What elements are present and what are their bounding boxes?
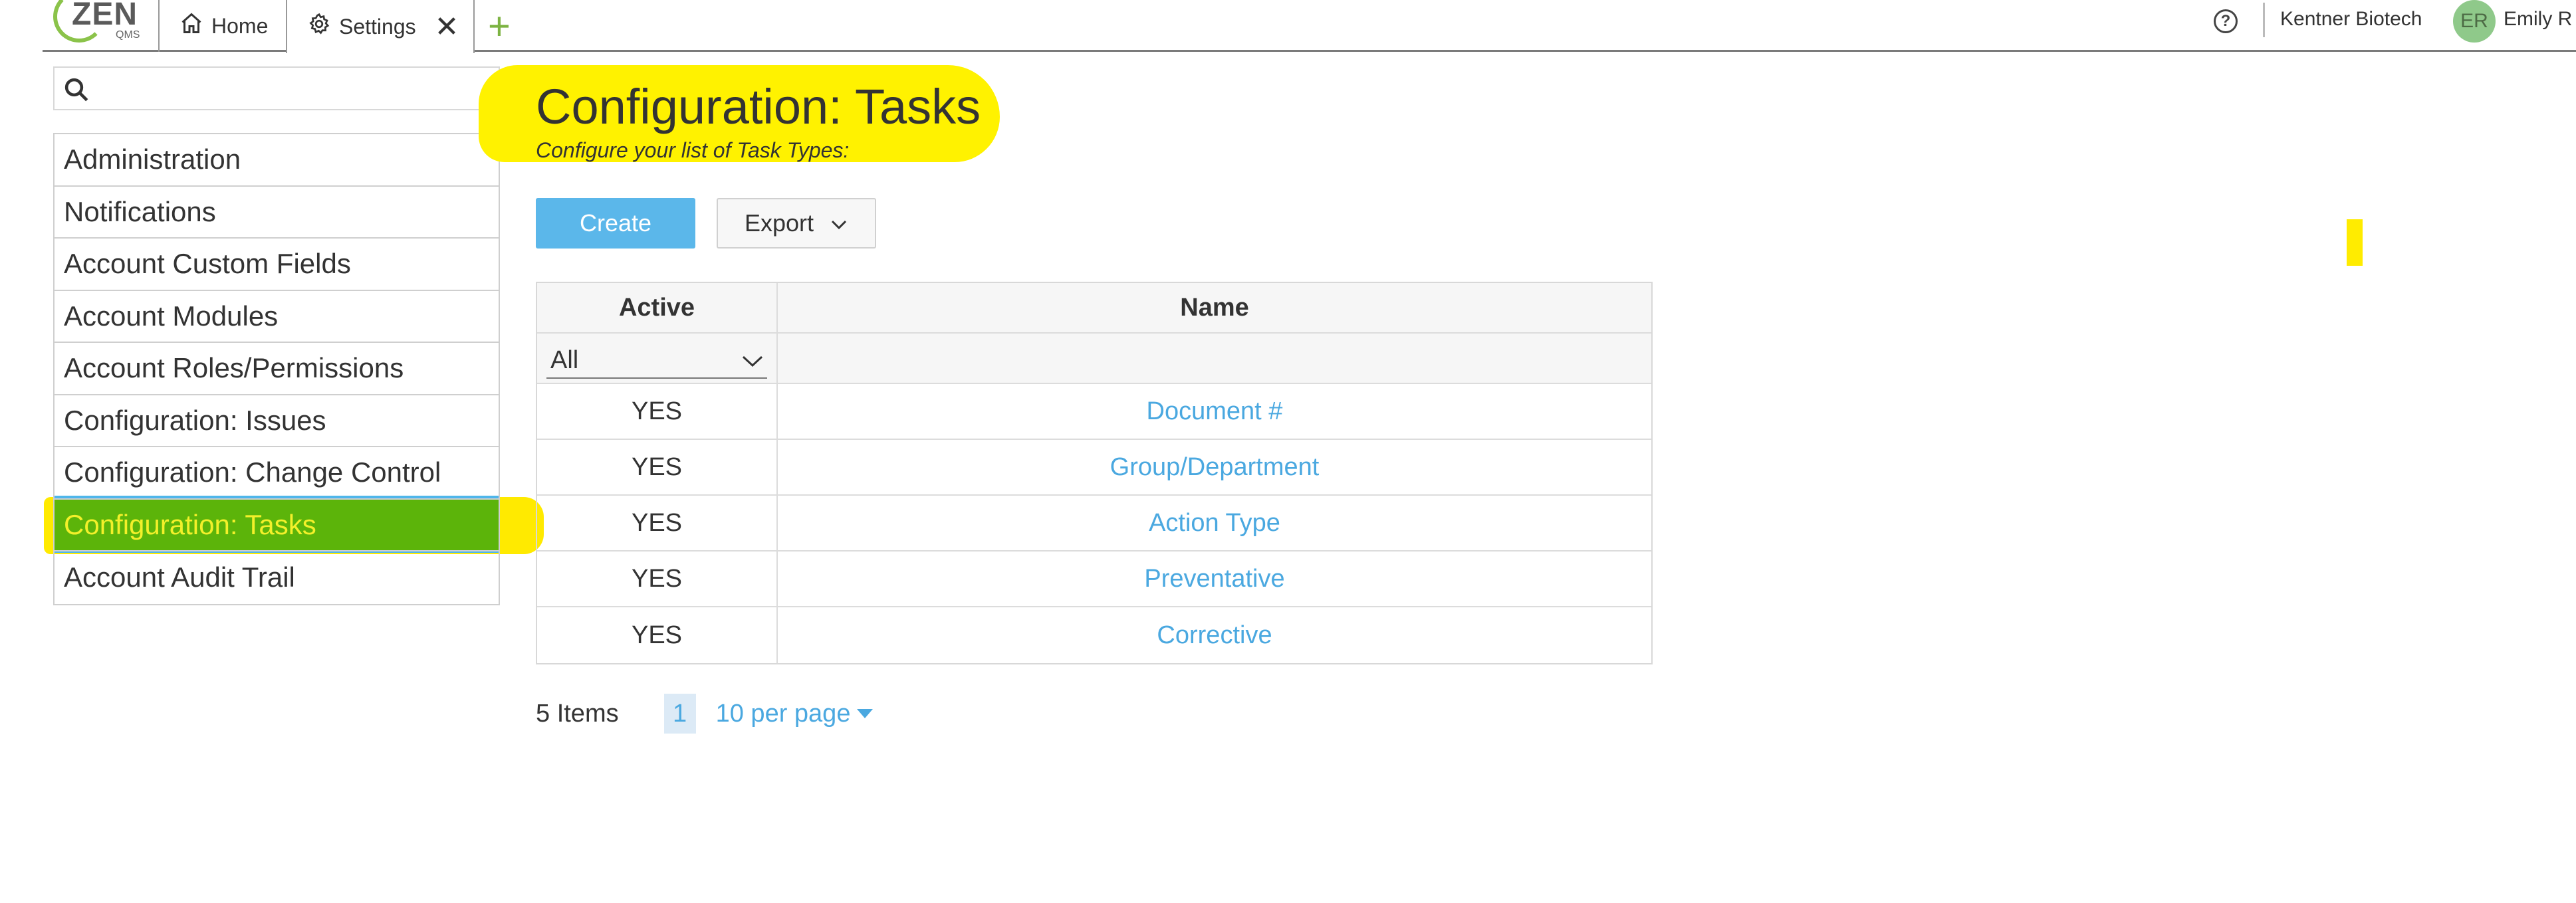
pager: 5 Items 1 10 per page [536, 692, 874, 735]
page-title: Configuration: Tasks [536, 79, 981, 134]
avatar[interactable]: ER [2453, 0, 2496, 43]
sidebar-item-account-modules[interactable]: Account Modules [55, 291, 499, 343]
sidebar-item-administration[interactable]: Administration [55, 134, 499, 187]
sidebar-item-configuration-tasks[interactable]: Configuration: Tasks [55, 499, 499, 552]
page-subtitle: Configure your list of Task Types: [536, 138, 850, 162]
chevron-down-icon [830, 209, 848, 237]
chevron-down-icon [741, 346, 764, 375]
tab-settings[interactable]: Settings ✕ [286, 0, 475, 53]
highlight-marker-small [2347, 219, 2363, 266]
tab-settings-label: Settings [339, 14, 416, 39]
table-header: Active Name [537, 283, 1651, 334]
table-row[interactable]: YES Corrective [537, 607, 1651, 663]
items-count: 5 Items [536, 699, 619, 728]
row-name-link[interactable]: Action Type [778, 496, 1651, 550]
row-active: YES [537, 384, 778, 439]
table-filter-row: All [537, 334, 1651, 384]
search-input[interactable] [101, 72, 489, 106]
task-types-table: Active Name All YES Document # YES Group… [536, 282, 1653, 664]
sidebar-item-configuration-issues[interactable]: Configuration: Issues [55, 395, 499, 447]
sidebar-item-notifications[interactable]: Notifications [55, 187, 499, 239]
row-name-link[interactable]: Group/Department [778, 440, 1651, 494]
row-active: YES [537, 496, 778, 550]
gear-icon [307, 12, 339, 41]
sidebar-item-account-audit-trail[interactable]: Account Audit Trail [55, 552, 499, 604]
company-name[interactable]: Kentner Biotech [2280, 8, 2422, 31]
sidebar-item-account-roles-permissions[interactable]: Account Roles/Permissions [55, 343, 499, 395]
row-active: YES [537, 440, 778, 494]
tab-home-label: Home [211, 13, 269, 38]
sidebar-item-configuration-change-control[interactable]: Configuration: Change Control [55, 447, 499, 500]
add-tab-button[interactable]: + [488, 4, 511, 49]
row-name-link[interactable]: Preventative [778, 552, 1651, 606]
sidebar-item-account-custom-fields[interactable]: Account Custom Fields [55, 239, 499, 291]
tab-home[interactable]: Home [158, 0, 285, 52]
column-header-name[interactable]: Name [778, 283, 1651, 332]
table-row[interactable]: YES Group/Department [537, 440, 1651, 496]
close-tab-icon[interactable]: ✕ [435, 10, 459, 44]
name-filter-cell[interactable] [778, 334, 1651, 383]
column-header-active[interactable]: Active [537, 283, 778, 332]
table-row[interactable]: YES Action Type [537, 496, 1651, 552]
per-page-label: 10 per page [715, 699, 851, 728]
search-icon [62, 76, 90, 107]
sidebar-search [53, 66, 500, 110]
table-row[interactable]: YES Preventative [537, 552, 1651, 607]
page-number-button[interactable]: 1 [663, 694, 696, 734]
active-filter-dropdown[interactable]: All [546, 343, 767, 379]
row-name-link[interactable]: Corrective [778, 607, 1651, 663]
caret-down-icon [857, 709, 874, 718]
logo-text: ZEN [72, 0, 138, 32]
row-name-link[interactable]: Document # [778, 384, 1651, 439]
user-name[interactable]: Emily R [2504, 8, 2572, 31]
export-button[interactable]: Export [717, 198, 876, 249]
help-icon[interactable]: ? [2214, 9, 2238, 33]
create-button[interactable]: Create [536, 198, 695, 249]
active-filter-cell: All [537, 334, 778, 383]
home-icon [179, 11, 211, 41]
header-divider [2263, 3, 2265, 37]
settings-menu: Administration Notifications Account Cus… [53, 133, 500, 605]
row-active: YES [537, 552, 778, 606]
table-row[interactable]: YES Document # [537, 384, 1651, 440]
export-label: Export [744, 209, 814, 237]
logo-subtext: QMS [116, 29, 140, 41]
row-active: YES [537, 607, 778, 663]
zen-qms-logo[interactable]: ZEN QMS [53, 0, 140, 50]
active-filter-value: All [550, 346, 579, 374]
per-page-dropdown[interactable]: 10 per page [716, 700, 874, 728]
